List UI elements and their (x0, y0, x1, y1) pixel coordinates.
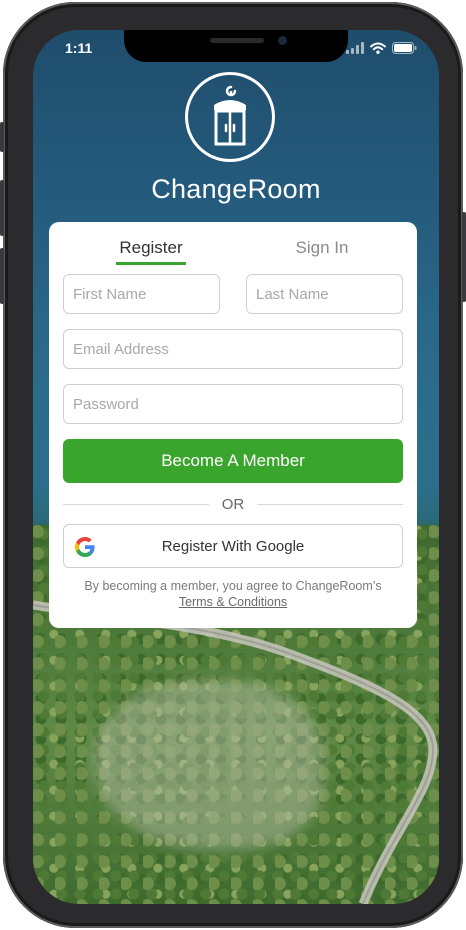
brand-name: ChangeRoom (151, 174, 321, 204)
password-input[interactable] (63, 384, 403, 424)
register-card: Register Sign In Become A Member OR Regi… (49, 222, 417, 628)
last-name-input[interactable] (246, 274, 403, 314)
legal-notice: By becoming a member, you agree to Chang… (49, 578, 417, 610)
speaker (210, 38, 264, 43)
camera (278, 36, 287, 45)
tab-register[interactable]: Register (116, 238, 186, 258)
register-with-google-button[interactable]: Register With Google (63, 524, 403, 568)
google-g-icon (75, 537, 95, 557)
wifi-icon (370, 41, 386, 59)
status-time: 1:11 (65, 40, 93, 56)
tab-sign-in[interactable]: Sign In (287, 238, 357, 258)
divider-left (63, 504, 209, 505)
volume-down-button (0, 248, 4, 304)
legal-text: By becoming a member, you agree to Chang… (84, 579, 382, 593)
notch (124, 30, 348, 62)
email-input[interactable] (63, 329, 403, 369)
silent-switch (0, 122, 4, 152)
first-name-input[interactable] (63, 274, 220, 314)
logo (185, 72, 275, 162)
terms-link[interactable]: Terms & Conditions (179, 595, 287, 609)
changeroom-logo-icon (214, 85, 246, 146)
power-button (462, 212, 466, 302)
battery-icon (392, 41, 417, 59)
status-icons (346, 41, 417, 59)
active-tab-indicator (116, 262, 186, 265)
phone-frame: 1:11 ChangeRoom Register Sign In First N… (0, 2, 466, 928)
divider-right (257, 504, 403, 505)
or-label: OR (221, 496, 245, 513)
screen: 1:11 ChangeRoom Register Sign In First N… (33, 30, 439, 904)
signal-icon (346, 41, 364, 59)
google-button-label: Register With Google (161, 537, 305, 555)
volume-up-button (0, 180, 4, 236)
become-member-button[interactable]: Become A Member (63, 439, 403, 483)
